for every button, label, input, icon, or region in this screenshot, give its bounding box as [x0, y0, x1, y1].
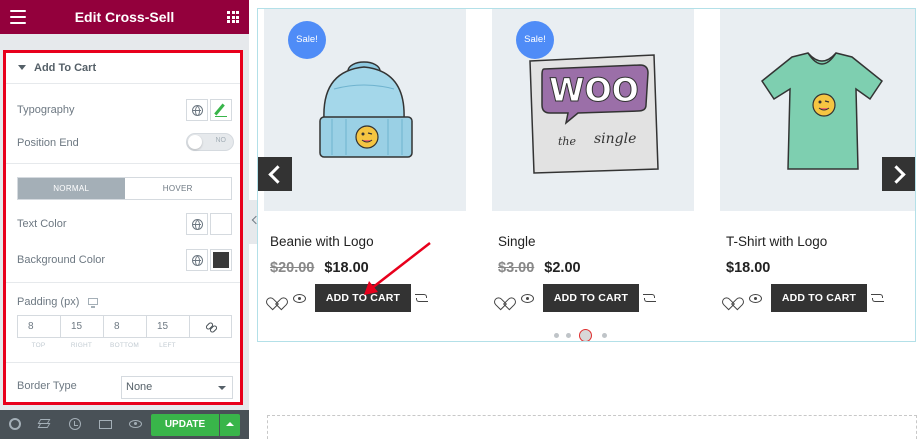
- divider: [6, 362, 240, 363]
- background-color-label: Background Color: [17, 254, 106, 266]
- old-price: $20.00: [270, 260, 315, 276]
- sale-price: $18.00: [726, 260, 771, 276]
- product-price: $18.00: [726, 260, 770, 276]
- widgets-grid-icon[interactable]: [227, 11, 239, 23]
- globe-icon: [192, 255, 203, 266]
- empty-section-placeholder[interactable]: [267, 415, 917, 439]
- preview-icon[interactable]: [129, 420, 142, 428]
- sale-badge: Sale!: [288, 21, 326, 59]
- pencil-icon: [214, 103, 225, 116]
- product-image[interactable]: WOO the single Sale!: [492, 9, 694, 211]
- add-to-cart-button[interactable]: ADD TO CART: [315, 284, 411, 312]
- svg-text:WOO: WOO: [549, 71, 639, 109]
- position-end-toggle[interactable]: NO: [186, 133, 234, 151]
- padding-top-input[interactable]: 8: [17, 315, 60, 338]
- wishlist-icon[interactable]: [726, 292, 738, 304]
- product-actions: ADD TO CART: [270, 284, 470, 312]
- svg-text:the: the: [558, 135, 577, 148]
- update-options-button[interactable]: [220, 414, 240, 436]
- link-values-button[interactable]: [189, 315, 232, 338]
- add-to-cart-button[interactable]: ADD TO CART: [543, 284, 639, 312]
- padding-top-label: TOP: [31, 342, 46, 349]
- padding-bottom-label: BOTTOM: [110, 342, 139, 349]
- product-price: $20.00 $18.00: [270, 260, 369, 276]
- pencil-underline: [215, 116, 227, 117]
- panel-footer: UPDATE: [0, 410, 249, 439]
- history-icon[interactable]: [69, 418, 81, 430]
- global-typography-button[interactable]: [186, 99, 208, 121]
- navigator-icon[interactable]: [37, 418, 51, 430]
- desktop-icon[interactable]: [88, 298, 98, 308]
- global-bg-color-button[interactable]: [186, 249, 208, 271]
- padding-side-labels: TOP RIGHT BOTTOM LEFT: [17, 342, 232, 349]
- tab-hover[interactable]: HOVER: [124, 178, 231, 199]
- carousel-dot[interactable]: [554, 333, 559, 338]
- text-color-swatch[interactable]: [210, 213, 232, 235]
- settings-icon[interactable]: [9, 418, 21, 430]
- toggle-state: NO: [215, 137, 227, 144]
- old-price: $3.00: [498, 260, 535, 276]
- sale-price: $18.00: [324, 260, 369, 276]
- divider: [6, 163, 240, 164]
- padding-left-input[interactable]: 15: [146, 315, 189, 338]
- padding-right-label: RIGHT: [70, 342, 93, 349]
- carousel-dot[interactable]: [566, 333, 571, 338]
- globe-icon: [192, 105, 203, 116]
- product-image[interactable]: Sale!: [264, 9, 466, 211]
- border-type-value: None: [126, 381, 153, 393]
- quick-view-icon[interactable]: [293, 294, 306, 303]
- chevron-down-icon: [218, 386, 226, 390]
- carousel-dot[interactable]: [602, 333, 607, 338]
- panel-header: Edit Cross-Sell: [0, 0, 249, 34]
- background-color-swatch[interactable]: [210, 249, 232, 271]
- divider: [6, 282, 240, 283]
- panel-title: Edit Cross-Sell: [74, 9, 175, 25]
- border-type-label: Border Type: [17, 380, 77, 392]
- caret-down-icon: [18, 65, 26, 70]
- responsive-mode-icon[interactable]: [99, 420, 112, 429]
- section-toggle[interactable]: Add To Cart: [6, 53, 240, 84]
- sale-badge: Sale!: [516, 21, 554, 59]
- toggle-knob: [188, 135, 202, 149]
- cross-sell-preview: Sale! Beanie with Logo $20.00 $18.00 ADD …: [257, 8, 916, 342]
- editor-panel: Edit Cross-Sell Add To Cart Typography P…: [0, 0, 249, 439]
- compare-icon[interactable]: [871, 292, 884, 304]
- sale-price: $2.00: [544, 260, 581, 276]
- product-name[interactable]: Single: [498, 234, 536, 249]
- position-end-label: Position End: [17, 137, 79, 149]
- border-type-select[interactable]: None: [121, 376, 233, 399]
- carousel-prev-button[interactable]: [258, 157, 292, 191]
- padding-right-input[interactable]: 15: [60, 315, 103, 338]
- quick-view-icon[interactable]: [521, 294, 534, 303]
- compare-icon[interactable]: [643, 292, 656, 304]
- product-name[interactable]: T-Shirt with Logo: [726, 234, 827, 249]
- product-actions: ADD TO CART: [498, 284, 698, 312]
- wishlist-icon[interactable]: [498, 292, 510, 304]
- quick-view-icon[interactable]: [749, 294, 762, 303]
- svg-text:single: single: [594, 131, 636, 147]
- update-button[interactable]: UPDATE: [151, 414, 219, 436]
- typography-label: Typography: [17, 104, 75, 116]
- wishlist-icon[interactable]: [270, 292, 282, 304]
- product-actions: ADD TO CART: [726, 284, 915, 312]
- product-price: $3.00 $2.00: [498, 260, 581, 276]
- compare-icon[interactable]: [415, 292, 428, 304]
- padding-bottom-input[interactable]: 8: [103, 315, 146, 338]
- add-to-cart-section: Add To Cart Typography Position End NO N…: [3, 50, 243, 405]
- carousel-dot-active[interactable]: [579, 329, 592, 341]
- globe-icon: [192, 219, 203, 230]
- text-color-label: Text Color: [17, 218, 67, 230]
- padding-inputs: 8 15 8 15: [17, 315, 232, 338]
- carousel-next-button[interactable]: [882, 157, 915, 191]
- product-name[interactable]: Beanie with Logo: [270, 234, 374, 249]
- swatch-fill: [213, 252, 229, 268]
- global-text-color-button[interactable]: [186, 213, 208, 235]
- state-tabs: NORMAL HOVER: [17, 177, 232, 200]
- section-title: Add To Cart: [34, 62, 97, 74]
- edit-typography-button[interactable]: [210, 99, 232, 121]
- tab-normal[interactable]: NORMAL: [18, 178, 125, 199]
- padding-label: Padding (px): [17, 296, 80, 308]
- add-to-cart-button[interactable]: ADD TO CART: [771, 284, 867, 312]
- padding-left-label: LEFT: [159, 342, 176, 349]
